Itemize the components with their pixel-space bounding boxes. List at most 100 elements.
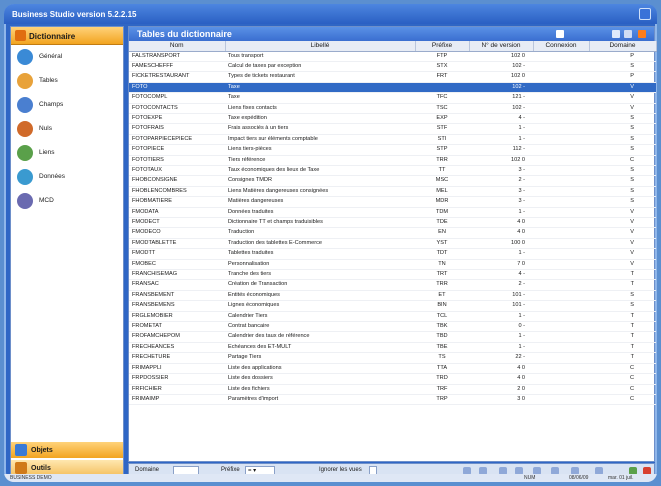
table-row[interactable]: FOTOTIERS Tiers référence TRR 102 0 C <box>129 155 656 166</box>
table-row[interactable]: FMODECO Traduction EN 4 0 V <box>129 227 656 239</box>
table-row[interactable]: FRANSBEMENS Lignes économiques BIN 101 - S <box>129 300 656 312</box>
table-cell <box>533 384 589 395</box>
table-cell: T <box>589 321 656 333</box>
table-row[interactable]: FMODTABLETTE Traduction des tablettes E-C… <box>129 238 656 250</box>
document-icon <box>17 97 33 113</box>
column-header[interactable]: Préfixe <box>415 41 470 52</box>
table-row[interactable]: FRANSBEMENT Entités économiques ET 101 - S <box>129 290 656 302</box>
table-row[interactable]: FRIMAPPLI Liste des applications TTA 4 0 C <box>129 363 656 375</box>
table-row[interactable]: FROMETAT Contrat bancaire TBK 0 - T <box>129 321 656 333</box>
sidebar-item[interactable]: Champs <box>11 93 123 117</box>
table-row[interactable]: FOTOPARPIECEPIECE Impact tiers sur élémen… <box>129 134 656 146</box>
sidebar-item[interactable]: Général <box>11 45 123 69</box>
close-window-button[interactable] <box>639 8 651 20</box>
table-row[interactable]: FOTOPIECE Liens tiers-pièces STP 112 - S <box>129 144 656 156</box>
table-cell: FOTOFRAIS <box>129 123 225 135</box>
sidebar-item[interactable]: Données <box>11 165 123 189</box>
table-row[interactable]: FRANSAC Création de Transaction TRR 2 - T <box>129 279 656 291</box>
table-row[interactable]: FHOBMATIERE Matières dangereuses MDR 3 - S <box>129 196 656 208</box>
table-cell: FTP <box>415 51 469 62</box>
table-row[interactable]: FOTOEXPE Taxe expédition EXP 4 - S <box>129 113 656 125</box>
table-cell: FRECHEANCES <box>129 342 225 354</box>
table-cell <box>533 71 589 83</box>
table-row[interactable]: FMODATA Données traduites TDM 1 - V <box>129 207 656 219</box>
table-cell: S <box>589 113 656 125</box>
table-row[interactable]: FICKETRESTAURANT Types de tickets restaur… <box>129 71 656 83</box>
column-header[interactable]: Domaine <box>589 41 657 52</box>
table-cell: FALSTRANSPORT <box>129 51 225 62</box>
sidebar-bottom-objets[interactable]: Objets <box>11 442 123 458</box>
table-row[interactable]: FALSTRANSPORT Tous transport FTP 102 0 P <box>129 51 656 62</box>
sidebar-header[interactable]: Dictionnaire <box>11 27 123 45</box>
table-row[interactable]: FOTOCOMPL Taxe TFC 121 - V <box>129 92 656 104</box>
column-header[interactable]: N° de version <box>469 41 534 52</box>
column-header[interactable]: Connexion <box>533 41 590 52</box>
sidebar-item[interactable]: Nuls <box>11 117 123 141</box>
column-header[interactable]: Nom <box>129 41 226 52</box>
table-cell: V <box>589 259 656 271</box>
status-date: 08/06/09 <box>569 475 589 481</box>
properties-icon[interactable] <box>612 30 620 38</box>
print-icon[interactable] <box>624 30 632 38</box>
sidebar-item[interactable]: Liens <box>11 141 123 165</box>
table-row[interactable]: FRANCHISEMAG Tranche des tiers TRT 4 - T <box>129 269 656 281</box>
table-row[interactable]: FAMESCHEFFF Calcul de taxes par exception… <box>129 61 656 73</box>
table-header-row: Nom Libellé Préfixe N° de version Connexion D… <box>129 41 657 52</box>
table-row[interactable]: FOTO Taxe 102 - V <box>129 82 656 94</box>
table-cell <box>533 363 589 375</box>
table-row[interactable]: FRFICHIER Liste des fichiers TRF 2 0 C <box>129 384 656 395</box>
table-cell: TRP <box>415 394 469 406</box>
table-row[interactable]: FRIMAIMP Paramètres d'import TRP 3 0 C <box>129 394 656 406</box>
prefix-label: Préfixe <box>221 467 240 473</box>
sidebar-bottom-label: Objets <box>31 447 53 454</box>
table-cell: FMODECT <box>129 217 225 229</box>
table-cell: FROFAMCHEPOM <box>129 331 225 343</box>
sidebar-item[interactable]: Tables <box>11 69 123 93</box>
table-cell: FOTOPARPIECEPIECE <box>129 134 225 146</box>
sidebar: Dictionnaire Général Tables Champs Nuls Lien… <box>10 26 124 478</box>
sidebar-item-label: MCD <box>39 197 54 204</box>
table-cell: Dictionnaire TT et champs traduisibles <box>225 217 415 229</box>
diagram-icon <box>17 193 33 209</box>
table-cell: Partage Tiers <box>225 352 415 364</box>
table-row[interactable]: FRECHETURE Partage Tiers TS 22 - T <box>129 352 656 364</box>
table-row[interactable]: FMOBEC Personnalisation TN 7 0 V <box>129 259 656 271</box>
table-row[interactable]: FHOBCONSIGNE Consignes TMDR MSC 2 - S <box>129 175 656 187</box>
close-panel-icon[interactable] <box>638 30 646 38</box>
sidebar-item[interactable]: MCD <box>11 189 123 213</box>
column-header[interactable]: Libellé <box>225 41 416 52</box>
table-cell: 102 - <box>469 103 533 114</box>
table-row[interactable]: FMODECT Dictionnaire TT et champs traduis… <box>129 217 656 229</box>
table-cell <box>533 311 589 323</box>
table-row[interactable]: FOTOTAUX Taux économiques des lieux de Ta… <box>129 165 656 177</box>
new-icon[interactable] <box>556 30 564 38</box>
table-row[interactable]: FRPDOSSIER Liste des dossiers TRD 4 0 C <box>129 373 656 385</box>
table-row[interactable]: FRGLEMOBIER Calendrier Tiers TCL 1 - T <box>129 311 656 323</box>
table-cell: Liens fixes contacts <box>225 103 415 114</box>
table-cell <box>533 238 589 250</box>
cube-icon <box>17 121 33 137</box>
table-row[interactable]: FRECHEANCES Echéances des ET-MULT TBE 1 - T <box>129 342 656 354</box>
tables-grid: Nom Libellé Préfixe N° de version Connexion D… <box>129 41 657 406</box>
table-cell: 3 0 <box>469 394 533 406</box>
table-row[interactable]: FOTOCONTACTS Liens fixes contacts TSC 102 -… <box>129 103 656 114</box>
table-cell: FMODTABLETTE <box>129 238 225 250</box>
table-cell <box>533 269 589 281</box>
table-cell: T <box>589 342 656 354</box>
table-row[interactable]: FMODTT Tablettes traduites TDT 1 - V <box>129 248 656 260</box>
table-cell: S <box>589 196 656 208</box>
table-row[interactable]: FOTOFRAIS Frais associés à un tiers STF 1 -… <box>129 123 656 135</box>
table-cell: Matières dangereuses <box>225 196 415 208</box>
table-cell: TCL <box>415 311 469 323</box>
sidebar-item-label: Champs <box>39 101 64 108</box>
table-cell: Traduction des tablettes E-Commerce <box>225 238 415 250</box>
table-row[interactable]: FROFAMCHEPOM Calendrier des taux de référ… <box>129 331 656 343</box>
table-cell: Frais associés à un tiers <box>225 123 415 135</box>
table-cell: FROMETAT <box>129 321 225 333</box>
table-row[interactable]: FHOBLENCOMBRES Liens Matières dangereuses… <box>129 186 656 198</box>
table-cell: 4 0 <box>469 373 533 385</box>
table-cell <box>533 342 589 354</box>
table-cell: STF <box>415 123 469 135</box>
table-cell: 4 0 <box>469 217 533 229</box>
table-cell: Contrat bancaire <box>225 321 415 333</box>
